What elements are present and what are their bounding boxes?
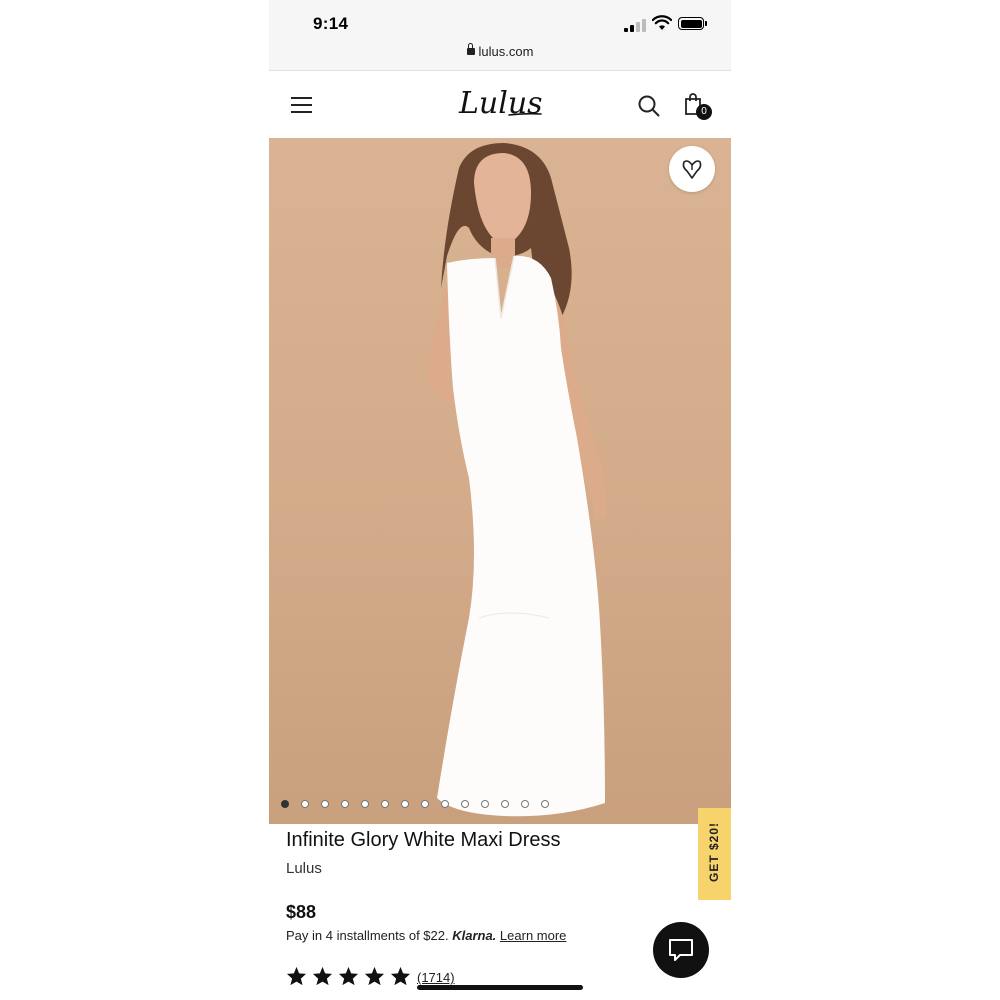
model-illustration (426, 143, 607, 817)
pagination-dot[interactable] (481, 800, 489, 808)
star-icon (364, 966, 385, 986)
home-indicator (417, 985, 583, 990)
star-icon (312, 966, 333, 986)
installments-info: Pay in 4 installments of $22. Klarna. Le… (286, 928, 566, 943)
site-header: Lulus 0 (269, 71, 731, 138)
product-image[interactable] (269, 138, 731, 824)
star-icon (390, 966, 411, 986)
menu-icon[interactable] (291, 97, 312, 113)
pagination-dot[interactable] (281, 800, 289, 808)
pagination-dot[interactable] (341, 800, 349, 808)
pagination-dot[interactable] (381, 800, 389, 808)
lock-icon (466, 43, 475, 55)
review-count-link[interactable]: (1714) (417, 970, 455, 985)
learn-more-link[interactable]: Learn more (500, 928, 566, 943)
pagination-dot[interactable] (461, 800, 469, 808)
search-icon[interactable] (638, 95, 660, 117)
pagination-dot[interactable] (441, 800, 449, 808)
pagination-dot[interactable] (521, 800, 529, 808)
product-brand[interactable]: Lulus (286, 860, 322, 877)
battery-icon (678, 17, 707, 30)
promo-label: GET $20! (707, 821, 721, 883)
promo-tab[interactable]: GET $20! (698, 808, 731, 900)
status-time: 9:14 (313, 14, 349, 33)
phone-screen: 9:14 lulus.com Lulus 0 Infinite Glory Wh… (269, 0, 731, 1000)
pagination-dot[interactable] (421, 800, 429, 808)
pagination-dot[interactable] (541, 800, 549, 808)
heart-v-icon (682, 160, 702, 179)
pagination-dot[interactable] (361, 800, 369, 808)
status-bar: 9:14 lulus.com (269, 0, 731, 71)
star-icon (338, 966, 359, 986)
product-title: Infinite Glory White Maxi Dress (286, 829, 561, 851)
chat-button[interactable] (653, 922, 709, 978)
chat-bubble-icon (669, 939, 693, 961)
pagination-dot[interactable] (401, 800, 409, 808)
url-text: lulus.com (478, 44, 534, 59)
klarna-logo: Klarna. (452, 928, 497, 943)
wifi-icon (652, 15, 672, 30)
pagination-dot[interactable] (301, 800, 309, 808)
pagination-dot[interactable] (321, 800, 329, 808)
star-icon (286, 966, 307, 986)
address-bar[interactable]: lulus.com (269, 43, 731, 59)
lulus-logo[interactable]: Lulus (457, 83, 543, 125)
favorite-button[interactable] (669, 146, 715, 192)
svg-text:Lulus: Lulus (458, 86, 543, 121)
product-price: $88 (286, 902, 317, 922)
cart-count-badge[interactable]: 0 (696, 104, 712, 120)
installments-text: Pay in 4 installments of $22. (286, 928, 449, 943)
pagination-dot[interactable] (501, 800, 509, 808)
signal-icon (624, 18, 646, 32)
